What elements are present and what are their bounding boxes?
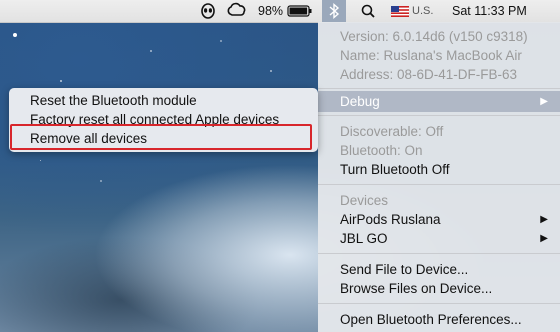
annotation-highlight-box bbox=[10, 124, 312, 150]
reset-bluetooth-module-item[interactable]: Reset the Bluetooth module bbox=[9, 91, 318, 110]
send-file-item[interactable]: Send File to Device... bbox=[318, 260, 560, 279]
menu-separator bbox=[318, 88, 560, 89]
bluetooth-menu: Version: 6.0.14d6 (v150 c9318) Name: Rus… bbox=[318, 22, 560, 332]
battery-percent[interactable]: 98% bbox=[258, 0, 283, 22]
submenu-arrow-icon: ▶ bbox=[540, 233, 548, 244]
submenu-arrow-icon: ▶ bbox=[540, 96, 548, 107]
bluetooth-address: Address: 08-6D-41-DF-FB-63 bbox=[340, 67, 518, 82]
battery-icon[interactable] bbox=[287, 0, 313, 22]
debug-label: Debug bbox=[340, 94, 380, 109]
device-item-airpods[interactable]: AirPods Ruslana ▶ bbox=[318, 210, 560, 229]
devices-header: Devices bbox=[340, 193, 389, 208]
star bbox=[13, 33, 17, 37]
browse-files-item[interactable]: Browse Files on Device... bbox=[318, 279, 560, 298]
bluetooth-icon[interactable] bbox=[322, 0, 346, 22]
search-icon[interactable] bbox=[360, 0, 376, 22]
menu-separator bbox=[318, 253, 560, 254]
creative-cloud-icon[interactable] bbox=[226, 0, 248, 22]
star bbox=[220, 40, 222, 42]
debug-menu-item[interactable]: Debug ▶ bbox=[318, 91, 560, 112]
star bbox=[40, 160, 41, 161]
bluetooth-name: Name: Ruslana's MacBook Air bbox=[340, 48, 522, 63]
star bbox=[100, 180, 102, 182]
bluetooth-version: Version: 6.0.14d6 (v150 c9318) bbox=[340, 29, 528, 44]
bluetooth-status: Bluetooth: On bbox=[340, 143, 423, 158]
menu-separator bbox=[318, 303, 560, 304]
device-label: JBL GO bbox=[340, 231, 388, 246]
menu-bar: 98% U.S. Sat 11:33 PM bbox=[0, 0, 560, 23]
menubar-clock[interactable]: Sat 11:33 PM bbox=[452, 0, 527, 22]
us-flag-icon[interactable] bbox=[391, 0, 409, 22]
open-bluetooth-preferences-item[interactable]: Open Bluetooth Preferences... bbox=[318, 310, 560, 329]
menu-separator bbox=[318, 184, 560, 185]
menu-separator bbox=[318, 115, 560, 116]
input-language[interactable]: U.S. bbox=[412, 0, 433, 22]
star bbox=[60, 80, 62, 82]
star bbox=[270, 70, 272, 72]
submenu-arrow-icon: ▶ bbox=[540, 214, 548, 225]
turn-bluetooth-off-item[interactable]: Turn Bluetooth Off bbox=[318, 160, 560, 179]
discoverable-status: Discoverable: Off bbox=[340, 124, 444, 139]
device-item-jbl-go[interactable]: JBL GO ▶ bbox=[318, 229, 560, 248]
alien-face-icon[interactable] bbox=[199, 0, 217, 22]
device-label: AirPods Ruslana bbox=[340, 212, 441, 227]
star bbox=[150, 50, 152, 52]
